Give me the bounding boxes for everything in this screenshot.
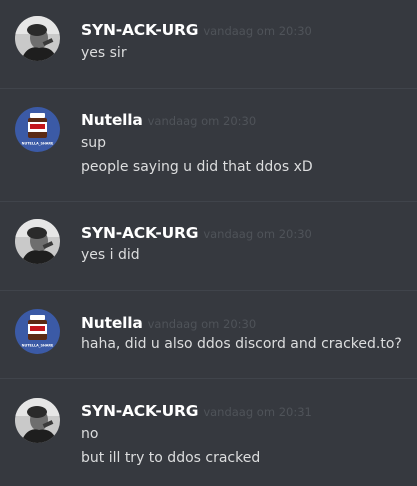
message-text: people saying u did that ddos xD: [81, 159, 313, 175]
username[interactable]: SYN-ACK-URG: [81, 402, 199, 420]
message-timestamp: vandaag om 20:30: [147, 317, 257, 331]
username[interactable]: Nutella: [81, 111, 143, 129]
user-avatar[interactable]: NUTELLA_SHARE: [15, 107, 60, 152]
avatar-caption: NUTELLA_SHARE: [22, 142, 54, 146]
message-text: yes sir: [81, 45, 127, 61]
message-timestamp: vandaag om 20:30: [147, 114, 257, 128]
message-text: no: [81, 426, 99, 442]
user-avatar[interactable]: [15, 16, 60, 61]
message-timestamp: vandaag om 20:31: [203, 405, 312, 419]
username[interactable]: SYN-ACK-URG: [81, 224, 199, 242]
message-divider: [0, 201, 417, 202]
message-divider: [0, 88, 417, 89]
username[interactable]: SYN-ACK-URG: [81, 21, 199, 39]
user-avatar[interactable]: [15, 219, 60, 264]
user-avatar[interactable]: NUTELLA_SHARE: [15, 309, 60, 354]
nutella-jar-icon: NUTELLA_SHARE: [15, 107, 60, 152]
nutella-jar-icon: NUTELLA_SHARE: [15, 309, 60, 354]
message-timestamp: vandaag om 20:30: [203, 227, 312, 241]
message-divider: [0, 378, 417, 379]
avatar-caption: NUTELLA_SHARE: [22, 344, 54, 348]
user-photo-icon: [15, 398, 60, 443]
message-text: sup: [81, 135, 107, 151]
user-photo-icon: [15, 16, 60, 61]
message-text: yes i did: [81, 247, 140, 263]
message-timestamp: vandaag om 20:30: [203, 24, 312, 38]
username[interactable]: Nutella: [81, 314, 143, 332]
message-text: but ill try to ddos cracked: [81, 450, 261, 466]
user-photo-icon: [15, 219, 60, 264]
user-avatar[interactable]: [15, 398, 60, 443]
message-text: haha, did u also ddos discord and cracke…: [81, 336, 402, 352]
message-divider: [0, 290, 417, 291]
